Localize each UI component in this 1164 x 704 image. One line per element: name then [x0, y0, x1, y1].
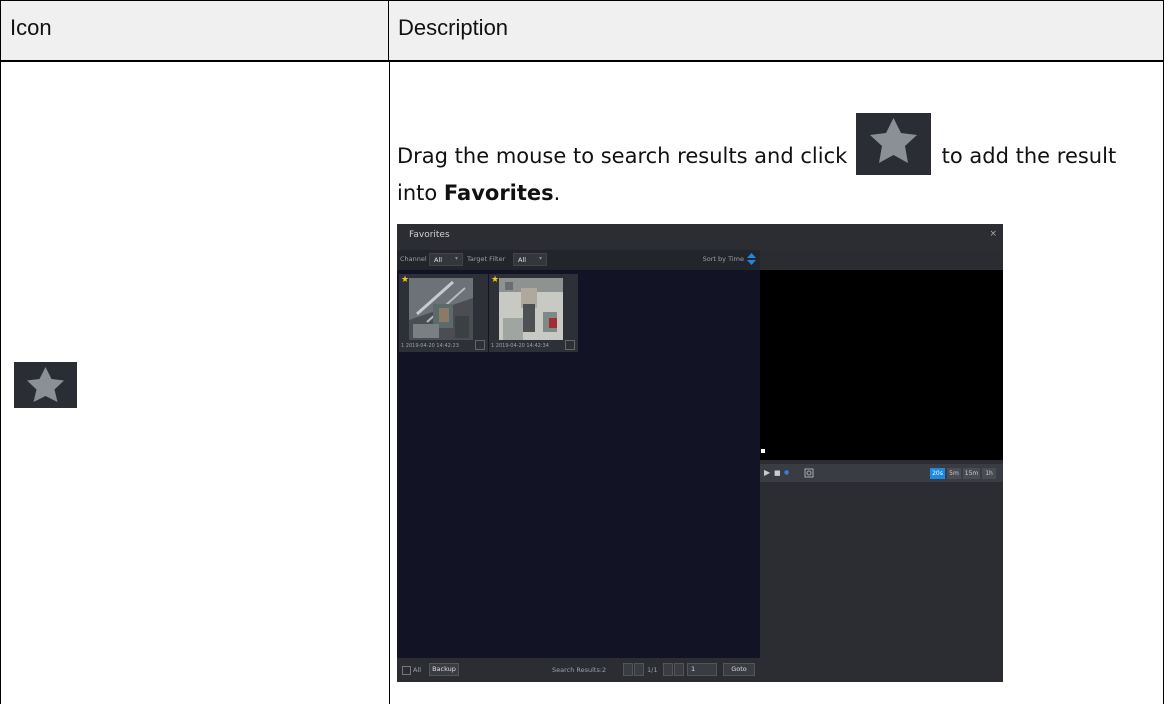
- chevron-down-icon: ▾: [454, 255, 458, 262]
- chevron-down-icon: ▾: [538, 255, 542, 262]
- description-table: Icon Description Drag the mouse to searc…: [0, 0, 1164, 704]
- smart-search-icon[interactable]: ●: [784, 468, 789, 478]
- favorites-title: Favorites: [409, 230, 450, 240]
- select-all-checkbox[interactable]: [402, 666, 411, 675]
- header-description-cell: Description: [389, 0, 1164, 62]
- results-pane: Channel All ▾ Target Filter All ▾ Sort b…: [397, 250, 760, 682]
- header-icon-cell: Icon: [0, 0, 389, 62]
- next-page-button[interactable]: [663, 663, 673, 676]
- backup-button[interactable]: Backup: [429, 663, 459, 676]
- sort-by-time-label[interactable]: Sort by Time: [703, 255, 744, 263]
- zoom-icon[interactable]: [804, 468, 814, 478]
- target-filter-select[interactable]: All ▾: [513, 253, 547, 266]
- prev-page-button[interactable]: [634, 663, 644, 676]
- time-button-15m[interactable]: 15m: [963, 468, 980, 479]
- favorite-star-badge: ★: [401, 275, 410, 285]
- favorite-star-icon-inline: [855, 113, 931, 175]
- first-page-button[interactable]: [623, 663, 633, 676]
- description-text-part1: Drag the mouse to search results and cli…: [397, 144, 848, 168]
- video-preview[interactable]: [760, 270, 1003, 460]
- description-period: .: [553, 181, 561, 205]
- time-button-20s[interactable]: 20s: [930, 468, 945, 479]
- favorite-star-icon: [14, 362, 77, 408]
- stop-icon[interactable]: ■: [774, 468, 781, 478]
- playback-controls: ▶ ■ ● 20s 5m 15m 1h: [760, 464, 1003, 482]
- channel-select[interactable]: All ▾: [429, 253, 463, 266]
- page-number-input[interactable]: 1: [687, 663, 717, 676]
- favorites-titlebar: Favorites ×: [397, 224, 1003, 250]
- favorite-star-badge: ★: [491, 275, 500, 285]
- sort-icon[interactable]: [747, 253, 756, 265]
- select-all-label: All: [413, 666, 422, 674]
- result-thumbnail[interactable]: ★ 1 2019-04-20 14:42:34: [489, 274, 578, 352]
- favorites-term: Favorites: [443, 181, 554, 205]
- channel-label: Channel: [400, 255, 427, 263]
- time-button-1h[interactable]: 1h: [982, 468, 996, 479]
- play-icon[interactable]: ▶: [764, 468, 770, 478]
- last-page-button[interactable]: [674, 663, 684, 676]
- time-button-5m[interactable]: 5m: [947, 468, 961, 479]
- playback-progress-marker[interactable]: [761, 449, 765, 453]
- table-border-middle: [389, 62, 390, 704]
- thumbnail-timestamp: 1 2019-04-20 14:42:23: [401, 343, 459, 349]
- header-icon-label: Icon: [10, 15, 52, 40]
- snapshot-image: [409, 278, 473, 340]
- thumbnail-checkbox[interactable]: [475, 340, 485, 350]
- table-border-left: [0, 62, 1, 704]
- filter-bar: Channel All ▾ Target Filter All ▾ Sort b…: [397, 250, 760, 270]
- goto-button[interactable]: Goto: [723, 663, 755, 676]
- thumbnail-timestamp: 1 2019-04-20 14:42:34: [491, 343, 549, 349]
- close-icon[interactable]: ×: [989, 229, 997, 239]
- preview-header: [760, 250, 1003, 270]
- preview-pane: ▶ ■ ● 20s 5m 15m 1h: [760, 250, 1003, 682]
- target-filter-select-value: All: [518, 256, 527, 264]
- target-filter-label: Target Filter: [467, 255, 506, 263]
- thumbnail-checkbox[interactable]: [565, 340, 575, 350]
- channel-select-value: All: [434, 256, 443, 264]
- header-description-label: Description: [398, 15, 509, 40]
- result-thumbnail[interactable]: ★ 1 2019-04-20 14:42:23: [399, 274, 488, 352]
- description-text: Drag the mouse to search results and cli…: [397, 113, 1157, 211]
- favorites-screenshot: Favorites × Channel All ▾ Target Filter …: [397, 224, 1003, 682]
- snapshot-image: [499, 278, 563, 340]
- bottom-toolbar: All Backup Search Results:2 1/1 1 Goto: [397, 658, 760, 682]
- page-indicator: 1/1: [647, 666, 658, 674]
- search-results-count: Search Results:2: [552, 666, 607, 674]
